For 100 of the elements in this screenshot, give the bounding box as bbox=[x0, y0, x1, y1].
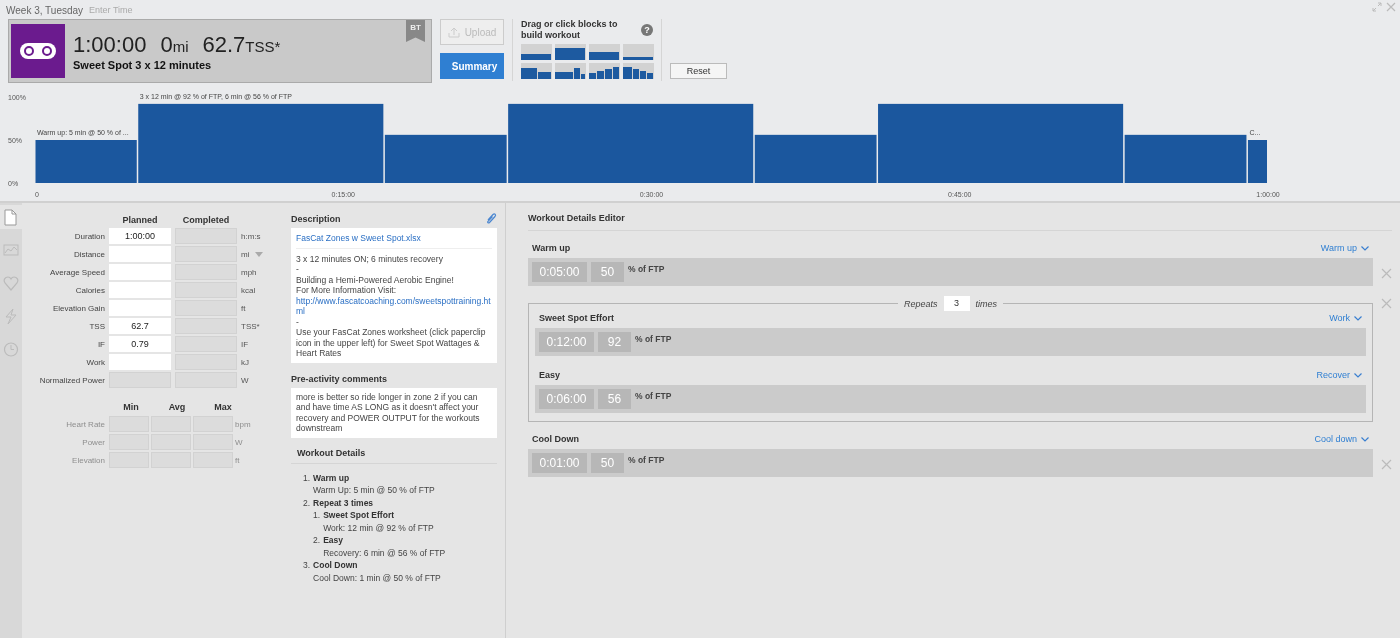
planned-field[interactable]: 0.79 bbox=[109, 336, 171, 352]
step-name: Easy bbox=[539, 370, 561, 380]
time-field[interactable]: Enter Time bbox=[89, 5, 170, 15]
field-label: Heart Rate bbox=[65, 419, 105, 429]
field-label: Elevation bbox=[71, 455, 105, 465]
unit-label: mi bbox=[241, 249, 250, 259]
caret-icon bbox=[1361, 436, 1369, 442]
step-title: Warm up bbox=[313, 471, 351, 484]
field-label: Distance bbox=[72, 249, 105, 259]
intensity-field[interactable]: 50 bbox=[591, 453, 624, 473]
field-label: Work bbox=[85, 357, 105, 367]
help-icon[interactable]: ? bbox=[641, 24, 653, 36]
step-type-dropdown[interactable]: Recover bbox=[1316, 370, 1362, 380]
step-title: Cool Down bbox=[313, 559, 359, 572]
tss-unit: TSS* bbox=[245, 37, 281, 55]
step-type-dropdown[interactable]: Cool down bbox=[1314, 434, 1369, 444]
column-header: Planned bbox=[121, 215, 159, 225]
workout-block-icon[interactable] bbox=[555, 44, 586, 60]
tss-value: 62.7 bbox=[202, 31, 246, 58]
chart-icon[interactable] bbox=[3, 241, 19, 259]
intensity-field[interactable]: 50 bbox=[591, 262, 624, 282]
description-text: 3 x 12 minutes ON; 6 minutes recovery bbox=[296, 253, 444, 264]
close-icon[interactable] bbox=[1381, 268, 1392, 279]
summary-button[interactable]: Summary bbox=[440, 53, 504, 79]
duration-field[interactable]: 0:06:00 bbox=[539, 389, 594, 409]
builder-hint: Drag or click blocks to build workout bbox=[521, 19, 619, 41]
web-link[interactable]: http://www.fascatcoaching.com/sweetspottraining.html bbox=[296, 295, 492, 317]
workout-block-icon[interactable] bbox=[589, 63, 620, 79]
repeat-count-field[interactable]: 3 bbox=[943, 296, 970, 311]
section-title: Pre-activity comments bbox=[291, 373, 388, 384]
intensity-unit: % of FTP bbox=[635, 390, 672, 401]
workout-block-icon[interactable] bbox=[623, 63, 654, 79]
reset-button[interactable]: Reset bbox=[670, 63, 727, 79]
step-text: Recovery: 6 min @ 56 % of FTP bbox=[323, 546, 446, 559]
attachment-link[interactable]: FasCat Zones w Sweet Spot.xlsx bbox=[296, 232, 492, 249]
unit-label: TSS* bbox=[241, 321, 260, 331]
workout-block-icon[interactable] bbox=[555, 63, 586, 79]
workout-title: Sweet Spot 3 x 12 minutes bbox=[73, 58, 213, 71]
close-icon[interactable] bbox=[1381, 298, 1392, 309]
step-type-dropdown[interactable]: Warm up bbox=[1320, 243, 1369, 253]
clock-icon[interactable] bbox=[3, 340, 19, 358]
description-text: - bbox=[296, 264, 300, 275]
step-text: Work: 12 min @ 92 % of FTP bbox=[323, 521, 434, 534]
unit-label: ft bbox=[241, 303, 246, 313]
close-icon[interactable] bbox=[1381, 459, 1392, 470]
unit-label: W bbox=[235, 437, 243, 447]
comments-box: more is better so ride longer in zone 2 if you can and have time AS LONG as it doesn't affect your recovery and POWER OUTPUT for the workouts downstream bbox=[291, 387, 497, 438]
planned-field[interactable]: 62.7 bbox=[109, 318, 171, 334]
lightning-icon[interactable] bbox=[3, 307, 19, 325]
field-label: Normalized Power bbox=[38, 375, 105, 385]
field-label: TSS bbox=[88, 321, 105, 331]
step-name: Sweet Spot Effort bbox=[539, 313, 614, 323]
section-title: Workout Details bbox=[291, 447, 497, 464]
intensity-unit: % of FTP bbox=[628, 454, 665, 465]
workout-block-icon[interactable] bbox=[521, 44, 552, 60]
list-number: 3. bbox=[303, 559, 311, 572]
field-label: IF bbox=[96, 339, 105, 349]
repeat-label: Repeats bbox=[904, 298, 938, 309]
unit-label: kJ bbox=[241, 357, 249, 367]
chain-link-icon bbox=[11, 24, 65, 78]
column-header: Avg bbox=[167, 402, 187, 412]
caret-icon bbox=[1361, 245, 1369, 251]
duration-field[interactable]: 0:05:00 bbox=[532, 262, 587, 282]
unit-label: h:m:s bbox=[241, 231, 261, 241]
upload-icon bbox=[447, 26, 460, 38]
workout-date: Week 3, Tuesday bbox=[6, 4, 84, 16]
repeat-label: times bbox=[975, 298, 998, 309]
intensity-field[interactable]: 92 bbox=[598, 332, 631, 352]
step-name: Warm up bbox=[532, 243, 571, 253]
duration-field[interactable]: 0:12:00 bbox=[539, 332, 594, 352]
description-text: Building a Hemi-Powered Aerobic Engine! bbox=[296, 274, 455, 285]
unit-label: W bbox=[241, 375, 249, 385]
document-icon[interactable] bbox=[3, 208, 19, 226]
planned-field[interactable]: 1:00:00 bbox=[109, 228, 171, 244]
duration-field[interactable]: 0:01:00 bbox=[532, 453, 587, 473]
column-header: Min bbox=[122, 402, 140, 412]
list-number: 2. bbox=[303, 496, 311, 510]
workout-block-icon[interactable] bbox=[521, 63, 552, 79]
close-icon bbox=[1386, 2, 1396, 12]
step-title: Repeat 3 times bbox=[313, 496, 375, 509]
field-label: Average Speed bbox=[49, 267, 105, 277]
field-label: Power bbox=[81, 437, 105, 447]
step-text: Warm Up: 5 min @ 50 % of FTP bbox=[313, 484, 435, 497]
workout-block-icon[interactable] bbox=[589, 44, 620, 60]
heart-icon[interactable] bbox=[3, 274, 19, 292]
paperclip-icon bbox=[485, 212, 497, 226]
field-label: Elevation Gain bbox=[51, 303, 105, 313]
unit-label: IF bbox=[241, 339, 249, 349]
unit-label: kcal bbox=[241, 285, 256, 295]
workout-block-icon[interactable] bbox=[623, 44, 654, 60]
step-title: Easy bbox=[323, 534, 345, 547]
expand-icon bbox=[1372, 2, 1382, 12]
list-number: 1. bbox=[313, 509, 321, 522]
unit-label: mph bbox=[241, 267, 257, 277]
step-type-dropdown[interactable]: Work bbox=[1329, 313, 1362, 323]
intensity-field[interactable]: 56 bbox=[598, 389, 631, 409]
description-text: For More Information Visit: bbox=[296, 285, 397, 296]
intensity-unit: % of FTP bbox=[628, 263, 665, 274]
field-label: Duration bbox=[73, 231, 105, 241]
distance-unit: mi bbox=[172, 37, 189, 55]
